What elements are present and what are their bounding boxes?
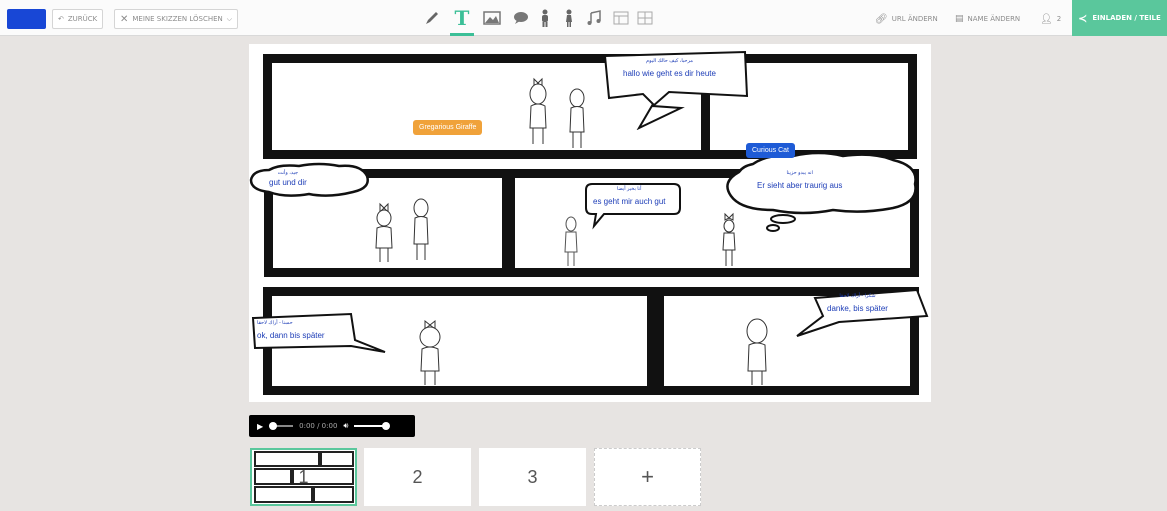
page-number: 2 <box>412 466 423 487</box>
character-icon[interactable] <box>534 7 556 29</box>
comic-canvas[interactable]: مرحبا، كيف حالك اليوم hallo wie geht es … <box>249 44 931 402</box>
bubble-german-text: danke, bis später <box>827 304 888 313</box>
text-icon[interactable]: T <box>451 6 473 30</box>
bubble-text[interactable]: شكرا - أراك لاحقا danke, bis später <box>827 293 888 313</box>
character-figure[interactable] <box>744 317 770 387</box>
bubble-text[interactable]: انه يبدو حزينا Er sieht aber traurig aus <box>757 170 842 190</box>
undo-label: ZURÜCK <box>67 15 98 23</box>
character-female-icon[interactable] <box>558 7 580 29</box>
change-url-button[interactable]: 🔗︎ URL ÄNDERN <box>875 9 938 29</box>
page-thumbnail-2[interactable]: 2 <box>364 448 471 506</box>
bubble-german-text: ok, dann bis später <box>257 331 325 340</box>
link-icon: 🔗︎ <box>875 13 888 25</box>
character-figure[interactable] <box>411 198 431 262</box>
volume-icon[interactable]: 🔊︎ <box>343 421 348 431</box>
change-name-button[interactable]: ▤ NAME ÄNDERN <box>955 9 1020 29</box>
character-figure[interactable] <box>567 88 587 150</box>
layout-icon[interactable] <box>610 7 632 29</box>
bubble-text[interactable]: مرحبا، كيف حالك اليوم hallo wie geht es … <box>623 58 716 78</box>
undo-icon: ↶ <box>58 15 64 23</box>
character-figure[interactable] <box>373 202 395 264</box>
panel-icon[interactable] <box>634 7 656 29</box>
audio-time: 0:00 / 0:00 <box>299 422 338 430</box>
bubble-german-text: es geht mir auch gut <box>593 197 666 206</box>
audio-progress[interactable] <box>269 422 294 430</box>
character-figure[interactable] <box>417 319 443 387</box>
bubble-arabic-text: أنا بخير أيضا <box>616 186 642 192</box>
character-figure[interactable] <box>527 76 549 148</box>
user-count[interactable]: 👤︎ 2 <box>1040 9 1061 29</box>
bubble-german-text: hallo wie geht es dir heute <box>623 69 716 78</box>
delete-label: MEINE SKIZZEN LÖSCHEN <box>132 15 223 23</box>
bubble-arabic-text: شكرا - أراك لاحقا <box>839 293 876 299</box>
bubble-german-text: Er sieht aber traurig aus <box>757 181 843 190</box>
bubble-german-text: gut und dir <box>269 178 307 187</box>
url-label: URL ÄNDERN <box>891 15 938 23</box>
thought-bubble[interactable] <box>249 162 371 200</box>
page-number: 3 <box>527 466 538 487</box>
speech-bubble-icon[interactable] <box>510 7 532 29</box>
volume-slider[interactable] <box>354 422 391 430</box>
invite-label: EINLADEN / TEILE <box>1092 14 1161 22</box>
bubble-text[interactable]: أنا بخير أيضا es geht mir auch gut <box>593 186 665 206</box>
user-count-value: 2 <box>1056 15 1062 23</box>
active-tool-indicator <box>450 33 474 36</box>
bubble-arabic-text: انه يبدو حزينا <box>786 170 813 176</box>
share-icon: ≺ <box>1078 11 1088 25</box>
chevron-down-icon: ⌵ <box>226 14 233 23</box>
page-number: 1 <box>298 466 309 487</box>
name-label: NAME ÄNDERN <box>967 15 1021 23</box>
invite-share-button[interactable]: ≺ EINLADEN / TEILE <box>1072 0 1167 36</box>
audio-player[interactable]: ▶ 0:00 / 0:00 🔊︎ <box>249 415 415 437</box>
undo-button[interactable]: ↶ ZURÜCK <box>52 9 104 29</box>
page-thumbnail-3[interactable]: 3 <box>479 448 586 506</box>
page-thumbnail-1[interactable]: 1 <box>250 448 357 506</box>
play-icon[interactable]: ▶ <box>257 422 263 431</box>
pencil-icon[interactable] <box>421 7 443 29</box>
delete-sketches-button[interactable]: ✕ MEINE SKIZZEN LÖSCHEN ⌵ <box>114 9 239 29</box>
music-icon[interactable] <box>583 7 605 29</box>
id-card-icon: ▤ <box>955 14 964 24</box>
add-icon: + <box>641 464 654 489</box>
bubble-arabic-text: مرحبا، كيف حالك اليوم <box>646 58 693 64</box>
bubble-text[interactable]: جيد، وأنت gut und dir <box>269 170 307 187</box>
user-cursor-tag: Curious Cat <box>746 143 795 158</box>
bubble-arabic-text: حسنا - أراك لاحقا <box>257 320 293 326</box>
image-icon[interactable] <box>481 7 503 29</box>
character-figure[interactable] <box>563 216 579 268</box>
color-picker-button[interactable] <box>7 9 46 29</box>
user-cursor-tag: Gregarious Giraffe <box>413 120 483 135</box>
bubble-arabic-text: جيد، وأنت <box>277 170 299 176</box>
bubble-text[interactable]: حسنا - أراك لاحقا ok, dann bis später <box>257 320 325 340</box>
user-icon: 👤︎ <box>1040 13 1053 25</box>
thought-bubble[interactable] <box>723 152 923 234</box>
toolbar: ↶ ZURÜCK ✕ MEINE SKIZZEN LÖSCHEN ⌵ T 🔗︎ … <box>0 0 1167 36</box>
add-page-button[interactable]: + <box>594 448 701 506</box>
close-icon: ✕ <box>120 13 129 25</box>
